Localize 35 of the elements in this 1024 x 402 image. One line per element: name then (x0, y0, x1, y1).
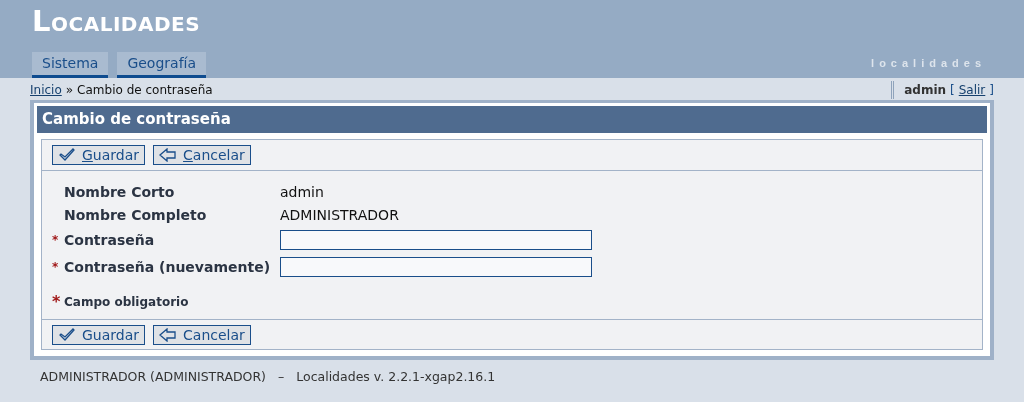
bracket: ] (989, 83, 994, 97)
field-value: admin (280, 184, 325, 200)
username: admin (904, 83, 947, 97)
panel-title: Cambio de contraseña (37, 106, 987, 133)
save-button[interactable]: Guardar (52, 145, 146, 165)
cancel-button[interactable]: Cancelar (153, 145, 251, 165)
password-field[interactable] (280, 257, 592, 277)
breadcrumb-current: Cambio de contraseña (77, 83, 213, 97)
field-label: Contraseña (nuevamente) (64, 259, 271, 275)
nav-tab[interactable]: Sistema (32, 52, 109, 78)
footer-version: Localidades v. 2.2.1-xgap2.16.1 (296, 369, 496, 384)
required-note: Campo obligatorio (64, 294, 189, 309)
nav-tab[interactable]: Geografía (117, 52, 207, 78)
left-arrow-icon (159, 328, 178, 342)
save-button[interactable]: Guardar (52, 325, 146, 345)
field-label: Nombre Completo (64, 207, 207, 223)
footer-user: ADMINISTRADOR (ADMINISTRADOR) (40, 369, 266, 384)
app-title: Localidades (32, 4, 201, 38)
breadcrumb-link[interactable]: Inicio (30, 83, 62, 97)
app-subtitle: localidades (871, 57, 986, 69)
breadcrumb-separator: » (65, 83, 74, 97)
cancel-button[interactable]: Cancelar (153, 325, 251, 345)
field-value: ADMINISTRADOR (280, 207, 400, 223)
footer-separator: – (278, 369, 285, 384)
field-label: Contraseña (64, 232, 155, 248)
checkmark-icon (58, 328, 76, 342)
required-mark: * (52, 260, 60, 274)
required-mark: * (52, 292, 60, 311)
checkmark-icon (58, 148, 76, 162)
logout-link[interactable]: Salir (958, 83, 986, 97)
required-mark: * (52, 233, 60, 247)
left-arrow-icon (159, 148, 178, 162)
field-label: Nombre Corto (64, 184, 175, 200)
bracket: [ (950, 83, 955, 97)
password-field[interactable] (280, 230, 592, 250)
